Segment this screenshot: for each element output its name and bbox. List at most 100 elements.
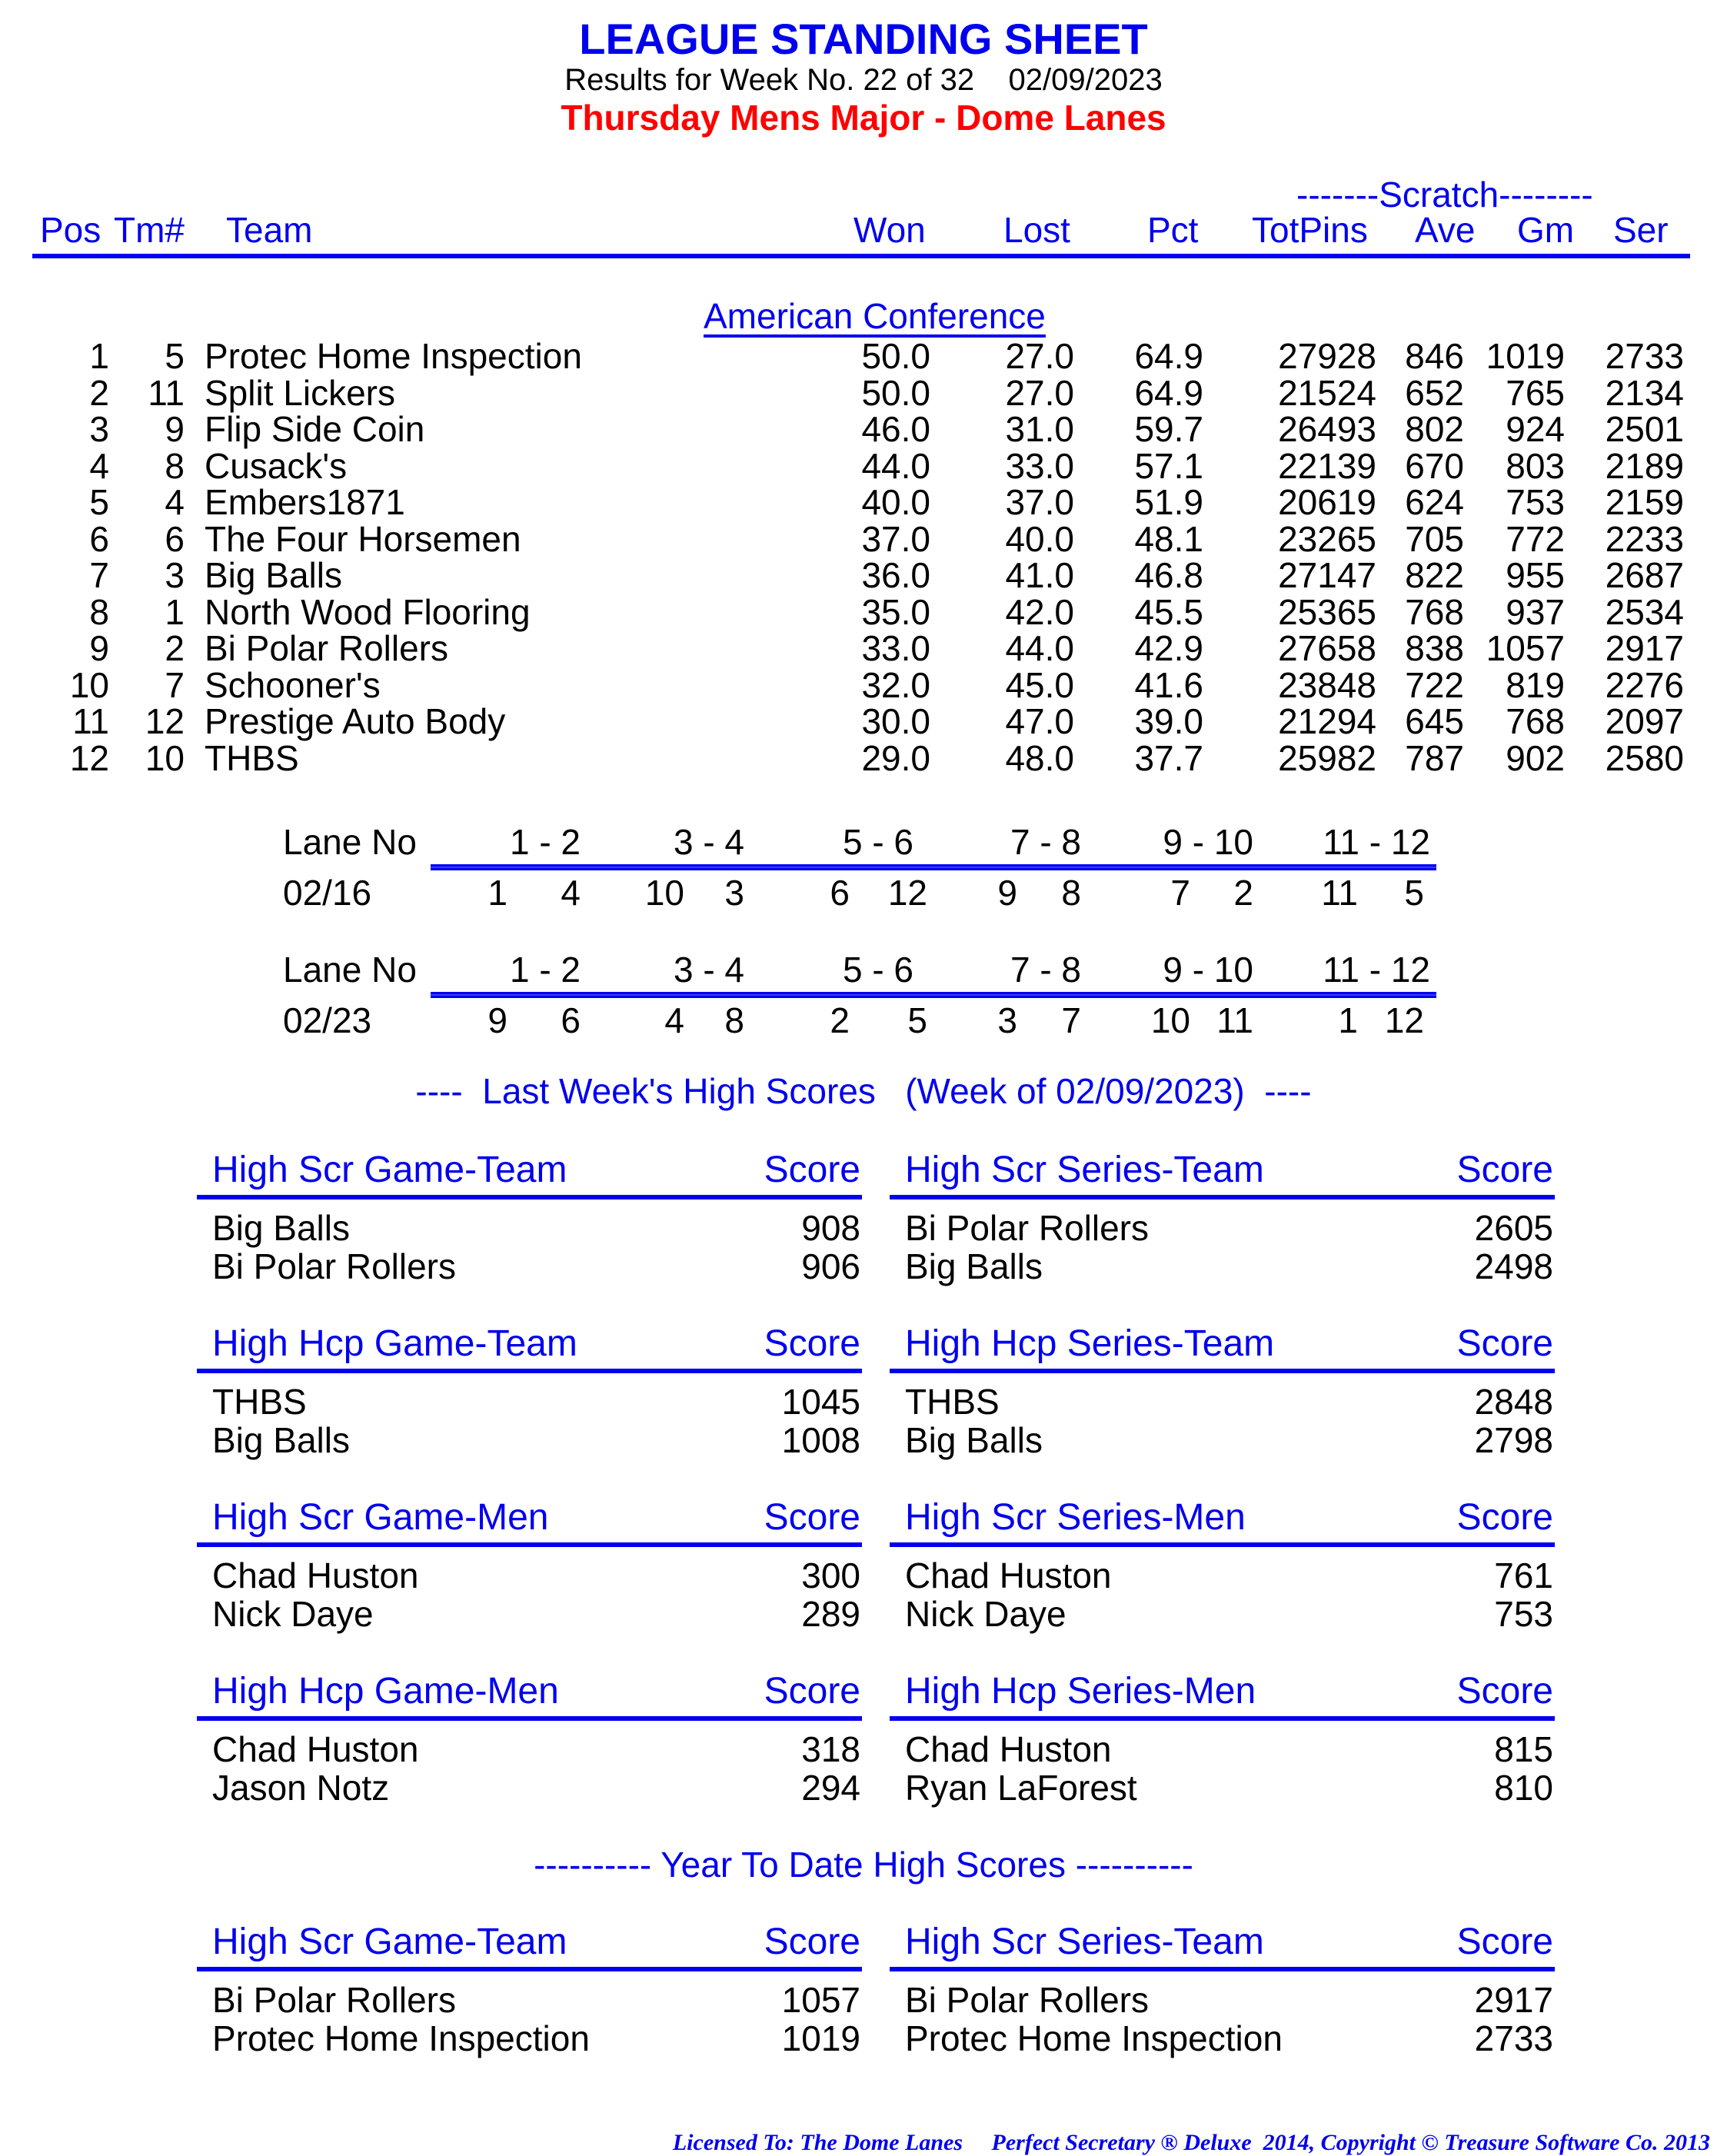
high-score-box: High Scr Game-Men Score Chad Huston 300 Nick… [197, 1496, 862, 1634]
last-week-title: ---- Last Week's High Scores (Week of 02… [415, 1071, 1312, 1111]
high-score-entry: Chad Huston 318 [197, 1728, 862, 1769]
category-label: High Hcp Series-Team [905, 1323, 1275, 1364]
col-team: Team [226, 210, 313, 250]
cell-gm: 955 [1506, 555, 1565, 595]
cell-gm: 1019 [1486, 336, 1565, 376]
entry-score: 2498 [1474, 1246, 1553, 1286]
lane-pair: 7 - 8 [1010, 822, 1081, 862]
cell-team: Embers1871 [205, 482, 405, 522]
high-score-box: High Scr Series-Men Score Chad Huston 761 Ni… [890, 1496, 1555, 1634]
week-subtitle: Results for Week No. 22 of 32 02/09/2023 [564, 63, 1163, 97]
cell-won: 36.0 [861, 555, 930, 595]
cell-gm: 765 [1506, 372, 1565, 413]
entry-name: Protec Home Inspection [905, 2018, 1283, 2058]
high-score-entry: Bi Polar Rollers 1057 [197, 1979, 862, 2020]
cell-totpins: 22139 [1278, 445, 1376, 486]
score-header: Score [1456, 1497, 1553, 1538]
category-label: High Scr Game-Team [212, 1150, 567, 1190]
cell-pct: 41.6 [1134, 664, 1203, 705]
high-score-entry: Big Balls 908 [197, 1207, 862, 1248]
standings-row: 9 2 Bi Polar Rollers 33.0 44.0 42.9 27658 838 10… [0, 627, 1727, 668]
cell-ser: 2097 [1605, 701, 1684, 741]
col-pos: Pos [40, 210, 101, 250]
high-score-box: High Scr Game-Team Score Big Balls 908 Bi Po… [197, 1149, 862, 1286]
entry-score: 2733 [1474, 2018, 1553, 2058]
entry-score: 908 [801, 1208, 860, 1248]
entry-name: Chad Huston [905, 1729, 1112, 1769]
lane-pair: 5 - 6 [842, 950, 913, 990]
high-score-box: High Hcp Game-Team Score THBS 1045 Big Balls… [197, 1323, 862, 1460]
cell-ser: 2159 [1605, 482, 1684, 522]
cell-team: Schooner's [205, 664, 381, 705]
entry-score: 906 [801, 1246, 860, 1286]
cell-pos: 8 [89, 591, 109, 632]
cell-lost: 42.0 [1005, 591, 1074, 632]
entry-score: 1008 [781, 1420, 860, 1460]
high-score-entry: Chad Huston 815 [890, 1728, 1555, 1769]
lane-team-number: 6 [830, 873, 850, 913]
cell-lost: 31.0 [1005, 409, 1074, 449]
cell-pos: 11 [72, 701, 109, 741]
cell-ave: 645 [1405, 701, 1464, 741]
entry-name: Chad Huston [212, 1729, 419, 1769]
high-score-entry: Big Balls 1008 [197, 1419, 862, 1460]
high-score-entry: Big Balls 2498 [890, 1246, 1555, 1286]
entry-score: 1057 [781, 1980, 860, 2020]
standings-row: 10 7 Schooner's 32.0 45.0 41.6 23848 722 819 2276 [0, 664, 1727, 705]
lane-pair: 7 - 8 [1010, 950, 1081, 990]
lane-team-number: 7 [1170, 873, 1190, 913]
cell-ser: 2687 [1605, 555, 1684, 595]
cell-tm: 12 [145, 701, 185, 741]
cell-pct: 48.1 [1134, 518, 1203, 559]
cell-team: Split Lickers [205, 372, 395, 413]
standings-row: 3 9 Flip Side Coin 46.0 31.0 59.7 26493 802 924 2… [0, 408, 1727, 449]
cell-lost: 37.0 [1005, 482, 1074, 522]
entry-name: Bi Polar Rollers [212, 1980, 456, 2020]
cell-ser: 2501 [1605, 409, 1684, 449]
cell-totpins: 26493 [1278, 409, 1376, 449]
entry-name: THBS [212, 1382, 307, 1422]
lane-team-number: 6 [561, 1000, 581, 1040]
entry-name: Nick Daye [905, 1594, 1066, 1634]
high-score-entry: Protec Home Inspection 2733 [890, 2018, 1555, 2058]
entry-name: Protec Home Inspection [212, 2018, 590, 2058]
cell-gm: 902 [1506, 737, 1565, 778]
category-label: High Scr Game-Men [212, 1497, 549, 1538]
score-header: Score [764, 1497, 860, 1538]
entry-name: THBS [905, 1382, 1000, 1422]
category-label: High Hcp Game-Men [212, 1671, 559, 1712]
score-header: Score [764, 1150, 860, 1190]
high-score-entry: Ryan LaForest 810 [890, 1767, 1555, 1808]
cell-tm: 8 [165, 445, 185, 486]
standings-row: 5 4 Embers1871 40.0 37.0 51.9 20619 624 753 2159 [0, 481, 1727, 522]
cell-team: THBS [205, 737, 299, 778]
cell-totpins: 25365 [1278, 591, 1376, 632]
cell-ave: 787 [1405, 737, 1464, 778]
cell-lost: 40.0 [1005, 518, 1074, 559]
lane-team-number: 5 [907, 1000, 927, 1040]
cell-gm: 819 [1506, 664, 1565, 705]
score-header: Score [1456, 1921, 1553, 1962]
cell-tm: 6 [165, 518, 185, 559]
schedule-date: 02/23 [283, 1000, 372, 1040]
cell-ave: 624 [1405, 482, 1464, 522]
cell-lost: 45.0 [1005, 664, 1074, 705]
cell-pct: 64.9 [1134, 372, 1203, 413]
entry-score: 2605 [1474, 1208, 1553, 1248]
lane-team-number: 9 [997, 873, 1017, 913]
cell-tm: 7 [165, 664, 185, 705]
cell-pct: 42.9 [1134, 628, 1203, 668]
cell-won: 40.0 [861, 482, 930, 522]
entry-score: 815 [1494, 1729, 1553, 1769]
cell-lost: 33.0 [1005, 445, 1074, 486]
standings-row: 4 8 Cusack's 44.0 33.0 57.1 22139 670 803 2189 [0, 445, 1727, 486]
entry-name: Big Balls [212, 1420, 350, 1460]
lane-pair: 1 - 2 [509, 822, 581, 862]
category-label: High Scr Series-Men [905, 1497, 1246, 1538]
entry-score: 810 [1494, 1768, 1553, 1808]
lane-pair: 11 - 12 [1323, 822, 1430, 862]
cell-tm: 10 [145, 737, 185, 778]
cell-won: 32.0 [861, 664, 930, 705]
cell-won: 29.0 [861, 737, 930, 778]
lane-no-label: Lane No [283, 822, 417, 862]
